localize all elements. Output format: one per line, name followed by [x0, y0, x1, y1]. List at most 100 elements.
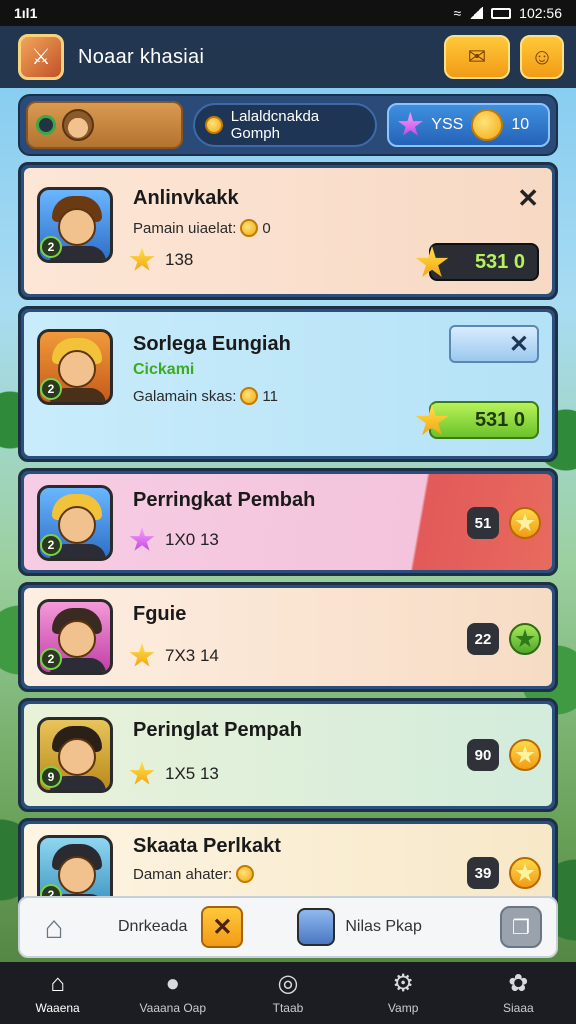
nav-label: Vamp	[387, 1001, 419, 1015]
list-item[interactable]: 2 Perringkat Pembah 1X0 13 51	[18, 468, 558, 576]
player-tag: Cickami	[133, 361, 195, 378]
green-medal-icon	[509, 623, 541, 655]
subtitle-label: Pamain uiaelat:	[133, 219, 237, 237]
mail-button[interactable]: ✉	[444, 35, 510, 79]
player-subtitle: Daman ahater:	[133, 865, 255, 883]
action-right-label[interactable]: Nilas Pkap	[345, 918, 421, 936]
star-count: 1X5 13	[129, 761, 219, 787]
star-icon	[129, 643, 155, 667]
status-bar: 1ıl1 ≈ 102:56	[0, 0, 576, 26]
list-item[interactable]: 2 Fguie 7X3 14 22	[18, 582, 558, 692]
stats-bar: Lalaldcnakda Gomph YSS 10	[18, 94, 558, 156]
subtitle-value: 0	[262, 219, 271, 237]
profile-button[interactable]: ☺	[520, 35, 564, 79]
gold-medal-icon	[509, 507, 541, 539]
coin-icon	[236, 865, 255, 883]
carrier-label: 1ıl1	[14, 5, 38, 21]
avatar: 2	[37, 485, 113, 561]
rank-badge: 39	[467, 857, 499, 889]
nav-item-home[interactable]: ⌂ Waaena	[3, 970, 113, 1016]
player-name: Skaata Perlkakt	[133, 835, 281, 857]
currency-pill[interactable]: YSS 10	[387, 103, 550, 147]
star-count: 1X0 13	[129, 527, 219, 553]
settings-icon: ✿	[508, 970, 529, 997]
avatar: 2	[37, 329, 113, 405]
battery-icon	[491, 7, 512, 19]
list-item[interactable]: 2 Sorlega Eungiah Cickami Galamain skas:…	[18, 306, 558, 462]
action-bar: ⌂ Dnrkeada ✕ Nilas Pkap ❐	[18, 896, 558, 958]
score-pill: 531 0	[415, 401, 539, 439]
gems-value: YSS	[431, 116, 464, 133]
player-name: Anlinvkakk	[133, 187, 239, 209]
avatar: 9	[37, 717, 113, 793]
user-icon: ●	[165, 970, 181, 997]
game-mode-label: Lalaldcnakda Gomph	[230, 108, 320, 142]
star-icon	[129, 247, 155, 271]
score-value: 531 0	[474, 408, 525, 431]
player-subtitle: Galamain skas: 11	[133, 387, 278, 405]
player-name: Fguie	[133, 603, 187, 625]
nav-item-profile[interactable]: ● Vaaana Oap	[118, 970, 228, 1016]
star-count-value: 1X5 13	[165, 764, 219, 783]
avatar: 2	[37, 599, 113, 675]
subtitle-label: Galamain skas:	[133, 387, 237, 405]
score-pill: 531 0	[415, 243, 539, 281]
coin-icon	[204, 116, 223, 134]
action-left-label[interactable]: Dnrkeada	[118, 918, 187, 936]
rank-badge: 90	[467, 739, 499, 771]
gold-medal-icon	[509, 857, 541, 889]
clock: 102:56	[519, 5, 562, 21]
close-icon: ✕	[212, 913, 233, 941]
wifi-icon: ≈	[453, 5, 462, 21]
list-item[interactable]: 2 Anlinvkakk Pamain uiaelat: 0 138 ✕ 531…	[18, 162, 558, 300]
player-name: Perringkat Pembah	[133, 489, 316, 511]
subtitle-label: Daman ahater:	[133, 865, 233, 883]
nav-label: Waaena	[35, 1001, 80, 1015]
app-header: ⚔ Noaar khasiai ✉ ☺	[0, 26, 576, 88]
game-mode-pill[interactable]: Lalaldcnakda Gomph	[192, 103, 378, 147]
star-count-value: 1X0 13	[165, 530, 219, 549]
close-icon[interactable]: ✕	[517, 183, 539, 214]
mail-icon: ✉	[467, 44, 487, 69]
app-title: Noaar khasiai	[78, 45, 205, 68]
star-count-value: 7X3 14	[165, 646, 219, 665]
signal-icon	[469, 7, 484, 19]
profile-icon: ☺	[530, 44, 554, 69]
cancel-button[interactable]: ✕	[201, 906, 244, 948]
player-badge[interactable]	[26, 101, 183, 149]
coin-icon	[240, 387, 259, 405]
nav-item-settings[interactable]: ✿ Siaaa	[463, 970, 573, 1016]
coin-icon	[240, 219, 259, 237]
home-outline-icon[interactable]: ⌂	[34, 907, 74, 947]
rank-badge: 51	[467, 507, 499, 539]
player-name: Peringlat Pempah	[133, 719, 302, 741]
star-count-value: 138	[165, 250, 194, 269]
nav-label: Siaaa	[502, 1001, 534, 1015]
subtitle-value: 11	[262, 387, 278, 405]
app-logo-icon[interactable]: ⚔	[18, 34, 64, 80]
mini-avatar[interactable]	[297, 908, 336, 946]
level-ring-icon	[36, 115, 56, 135]
star-count: 138	[129, 247, 193, 273]
list-item[interactable]: 9 Peringlat Pempah 1X5 13 90	[18, 698, 558, 812]
nav-label: Vaaana Oap	[139, 1001, 207, 1015]
star-icon	[129, 761, 155, 785]
gold-medal-icon	[509, 739, 541, 771]
nav-label: Ttaab	[272, 1001, 304, 1015]
coins-value: 10	[511, 116, 530, 133]
gear-icon: ⚙	[392, 970, 414, 997]
card-stack-icon[interactable]: ❐	[500, 906, 542, 948]
close-button[interactable]: ✕	[449, 325, 539, 363]
player-subtitle: Pamain uiaelat: 0	[133, 219, 271, 237]
nav-item-explore[interactable]: ◎ Ttaab	[233, 971, 343, 1016]
star-count: 7X3 14	[129, 643, 219, 669]
player-name: Sorlega Eungiah	[133, 333, 291, 355]
gem-star-icon	[397, 112, 423, 136]
avatar: 2	[37, 187, 113, 263]
home-icon: ⌂	[50, 970, 65, 997]
rank-badge: 22	[467, 623, 499, 655]
score-value: 531 0	[474, 250, 525, 273]
player-avatar	[62, 109, 94, 141]
gold-coin-icon	[471, 109, 504, 141]
nav-item-camp[interactable]: ⚙ Vamp	[348, 970, 458, 1016]
